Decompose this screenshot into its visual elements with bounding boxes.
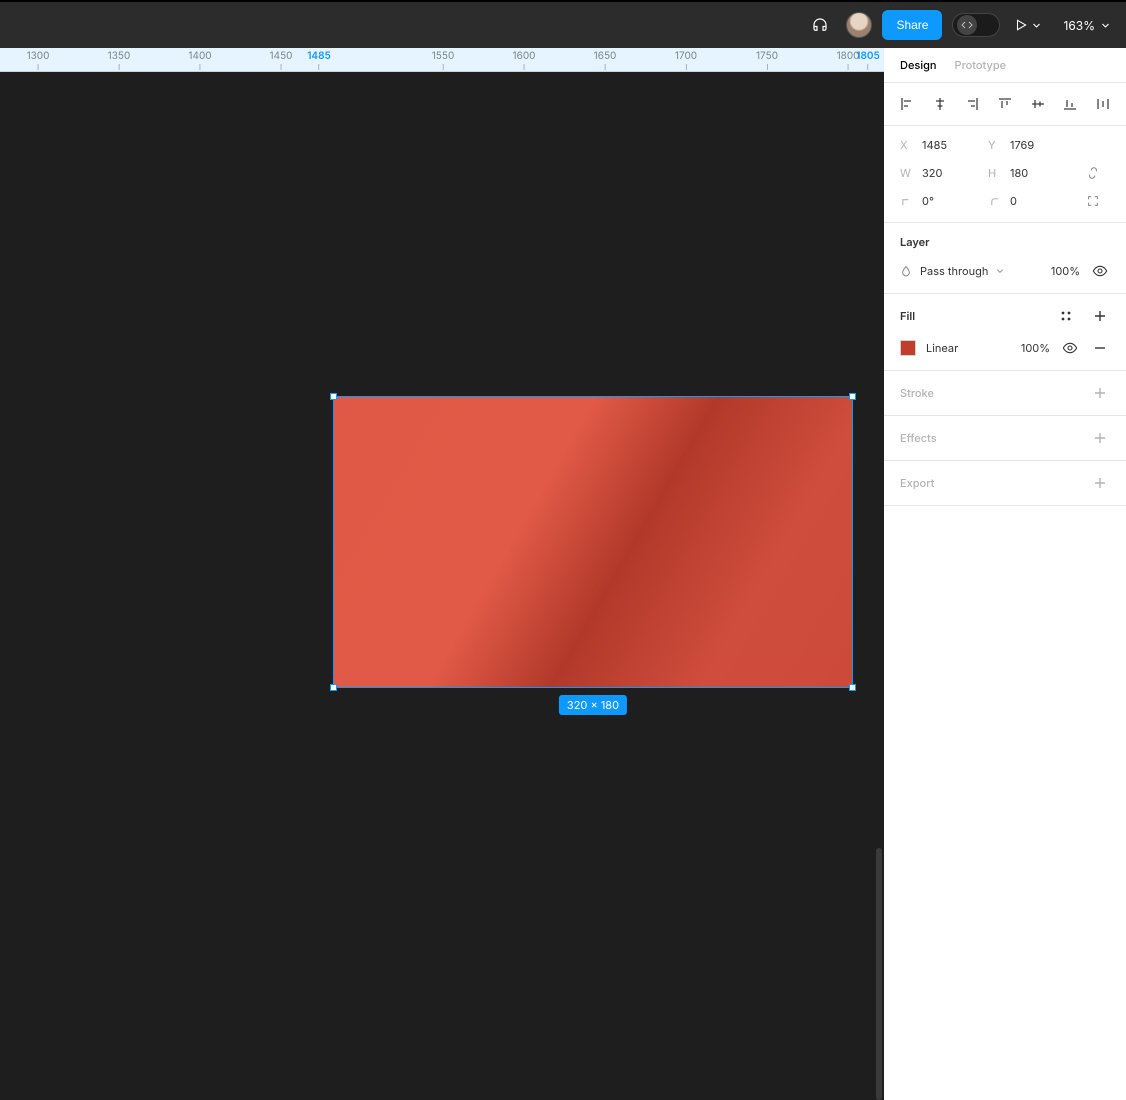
resize-handle-br[interactable] [849, 684, 856, 691]
layer-title: Layer [900, 235, 930, 249]
effects-section: Effects [884, 416, 1126, 461]
stroke-title: Stroke [900, 386, 934, 400]
layer-section: Layer Pass through 100% [884, 223, 1126, 294]
resize-handle-tl[interactable] [330, 393, 337, 400]
transform-section: X 1485 Y 1769 W 320 H 180 0° 0 [884, 126, 1126, 223]
shape-fill [334, 397, 852, 687]
avatar[interactable] [846, 12, 872, 38]
ruler-tick: 1350 [108, 50, 131, 70]
effects-title: Effects [900, 431, 937, 445]
fill-section: Fill Linear 100% [884, 294, 1126, 371]
resize-handle-tr[interactable] [849, 393, 856, 400]
canvas[interactable]: 320 × 180 [0, 72, 884, 1100]
ruler-tick: 1400 [188, 50, 211, 70]
present-button[interactable] [1010, 18, 1045, 32]
fill-title: Fill [900, 309, 915, 323]
stroke-section: Stroke [884, 371, 1126, 416]
add-effect-icon[interactable] [1090, 428, 1110, 448]
ruler-tick: 1750 [756, 50, 778, 70]
zoom-dropdown[interactable]: 163% [1055, 18, 1114, 33]
align-hcenter-icon[interactable] [929, 93, 951, 115]
h-label: H [988, 166, 1000, 180]
ruler-tick: 1650 [594, 50, 617, 70]
ruler-tick: 1550 [432, 50, 455, 70]
dev-mode-toggle[interactable] [952, 13, 1000, 37]
y-input[interactable]: 1769 [1010, 138, 1066, 152]
independent-corners-icon[interactable] [1086, 194, 1100, 208]
add-stroke-icon[interactable] [1090, 383, 1110, 403]
layer-visibility-icon[interactable] [1090, 261, 1110, 281]
rotation-icon [900, 196, 912, 207]
ruler-tick: 1450 [270, 50, 293, 70]
blend-mode-dropdown[interactable]: Pass through [900, 264, 1041, 278]
export-title: Export [900, 476, 934, 490]
share-button[interactable]: Share [882, 10, 942, 40]
h-input[interactable]: 180 [1010, 166, 1066, 180]
resize-handle-bl[interactable] [330, 684, 337, 691]
tab-prototype[interactable]: Prototype [955, 58, 1007, 72]
fill-swatch[interactable] [900, 340, 916, 356]
x-label: X [900, 138, 912, 152]
y-label: Y [988, 138, 1000, 152]
zoom-value: 163% [1063, 18, 1095, 33]
align-right-icon[interactable] [961, 93, 983, 115]
top-toolbar: Share 163% [0, 2, 1126, 48]
audio-icon[interactable] [804, 9, 836, 41]
fill-opacity-input[interactable]: 100% [1021, 341, 1050, 355]
align-left-icon[interactable] [896, 93, 918, 115]
corner-radius-icon [988, 196, 1000, 207]
selected-shape[interactable]: 320 × 180 [333, 396, 853, 688]
blend-mode-value: Pass through [920, 264, 988, 278]
dimensions-badge: 320 × 180 [559, 695, 627, 715]
ruler-tick: 1300 [27, 50, 50, 70]
alignment-row [884, 83, 1126, 126]
x-input[interactable]: 1485 [922, 138, 978, 152]
w-label: W [900, 166, 912, 180]
tab-design[interactable]: Design [900, 58, 937, 72]
panel-tabs: Design Prototype [884, 48, 1126, 83]
align-vcenter-icon[interactable] [1027, 93, 1049, 115]
corner-radius-input[interactable]: 0 [1010, 194, 1066, 208]
ruler-tick: 1700 [675, 50, 697, 70]
ruler-tick: 1600 [513, 50, 536, 70]
fill-styles-icon[interactable] [1056, 306, 1076, 326]
constrain-proportions-icon[interactable] [1086, 166, 1100, 180]
ruler-tick: 1805 [856, 50, 880, 70]
layer-opacity-input[interactable]: 100% [1051, 264, 1080, 278]
fill-type-value[interactable]: Linear [926, 341, 1011, 355]
ruler-tick: 1485 [307, 50, 331, 70]
export-section: Export [884, 461, 1126, 506]
fill-visibility-icon[interactable] [1060, 338, 1080, 358]
canvas-scrollbar[interactable] [876, 848, 882, 1100]
design-panel: Design Prototype X 1485 Y 1769 W 320 H 1… [884, 48, 1126, 1100]
align-top-icon[interactable] [994, 93, 1016, 115]
remove-fill-icon[interactable] [1090, 338, 1110, 358]
add-fill-icon[interactable] [1090, 306, 1110, 326]
horizontal-ruler[interactable]: 1300 1350 1400 1450 1485 1550 1600 1650 1700 1750… [0, 48, 884, 72]
add-export-icon[interactable] [1090, 473, 1110, 493]
align-bottom-icon[interactable] [1059, 93, 1081, 115]
w-input[interactable]: 320 [922, 166, 978, 180]
rotation-input[interactable]: 0° [922, 194, 978, 208]
distribute-icon[interactable] [1092, 93, 1114, 115]
